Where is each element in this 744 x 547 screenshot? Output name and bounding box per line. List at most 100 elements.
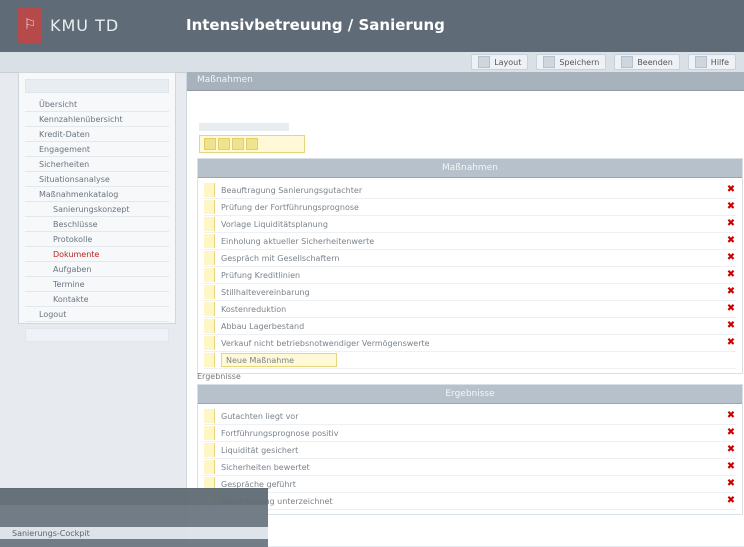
list-row[interactable]: Gespräche geführt ✖ xyxy=(204,476,736,493)
delete-icon[interactable]: ✖ xyxy=(726,428,736,438)
sidebar-item[interactable]: Sanierungskonzept xyxy=(25,202,169,217)
drag-handle-icon[interactable] xyxy=(204,426,215,440)
row-label: Verkauf nicht betriebsnotwendiger Vermög… xyxy=(221,338,430,348)
list-row[interactable]: Liquidität gesichert ✖ xyxy=(204,442,736,459)
filter-chip-icon xyxy=(204,138,216,150)
toolbar-label: Beenden xyxy=(637,57,673,67)
list-row[interactable]: Sicherheiten bewertet ✖ xyxy=(204,459,736,476)
drag-handle-icon[interactable] xyxy=(204,183,215,197)
delete-icon[interactable]: ✖ xyxy=(726,338,736,348)
row-label: Sicherheiten bewertet xyxy=(221,462,310,472)
row-label: Einholung aktueller Sicherheitenwerte xyxy=(221,236,375,246)
drag-handle-icon[interactable] xyxy=(204,234,215,248)
delete-icon[interactable]: ✖ xyxy=(726,185,736,195)
list-row[interactable]: Kostenreduktion ✖ xyxy=(204,301,736,318)
row-label: Gutachten liegt vor xyxy=(221,411,299,421)
drag-handle-icon[interactable] xyxy=(204,443,215,457)
help-icon xyxy=(694,56,707,68)
drag-handle-icon[interactable] xyxy=(204,217,215,231)
sidebar-item[interactable]: Kontakte xyxy=(25,292,169,307)
sidebar-item[interactable]: Maßnahmenkatalog xyxy=(25,187,169,202)
measures-list: Beauftragung Sanierungsgutachter ✖ Prüfung… xyxy=(198,178,742,373)
delete-icon[interactable]: ✖ xyxy=(726,253,736,263)
list-row[interactable]: Fortführungsprognose positiv ✖ xyxy=(204,425,736,442)
sidebar-item-label: Kontakte xyxy=(53,294,89,304)
sidebar-item[interactable]: Übersicht xyxy=(25,97,169,112)
list-row[interactable]: Vorlage Liquiditätsplanung ✖ xyxy=(204,216,736,233)
sidebar-footer xyxy=(25,328,169,342)
row-label: Stillhaltevereinbarung xyxy=(221,287,310,297)
sidebar-item[interactable]: Logout xyxy=(25,307,169,322)
add-item-input[interactable]: Neue Maßnahme xyxy=(221,353,337,367)
toolbar-label: Speichern xyxy=(559,57,600,67)
list-row[interactable]: Prüfung Kreditlinien ✖ xyxy=(204,267,736,284)
list-row[interactable]: Verkauf nicht betriebsnotwendiger Vermög… xyxy=(204,335,736,352)
sidebar-item-label: Kredit-Daten xyxy=(39,129,90,139)
list-row[interactable]: Beauftragung Sanierungsgutachter ✖ xyxy=(204,182,736,199)
row-label: Prüfung der Fortführungsprognose xyxy=(221,202,359,212)
delete-icon[interactable]: ✖ xyxy=(726,304,736,314)
sidebar-item-label: Engagement xyxy=(39,144,91,154)
delete-icon[interactable]: ✖ xyxy=(726,219,736,229)
delete-icon[interactable]: ✖ xyxy=(726,445,736,455)
drag-handle-icon[interactable] xyxy=(204,319,215,333)
row-label: Beauftragung Sanierungsgutachter xyxy=(221,185,363,195)
sidebar-item[interactable]: Aufgaben xyxy=(25,262,169,277)
list-row[interactable]: Einholung aktueller Sicherheitenwerte ✖ xyxy=(204,233,736,250)
sidebar-item[interactable]: Kredit-Daten xyxy=(25,127,169,142)
drag-handle-icon[interactable] xyxy=(204,302,215,316)
list-row[interactable]: Gutachten liegt vor ✖ xyxy=(204,408,736,425)
sidebar-title-bar xyxy=(25,79,169,93)
delete-icon[interactable]: ✖ xyxy=(726,462,736,472)
filter-chip-icon xyxy=(232,138,244,150)
sidebar-item-label: Kennzahlenübersicht xyxy=(39,114,123,124)
list-row[interactable]: Vereinbarung unterzeichnet ✖ xyxy=(204,493,736,510)
delete-icon[interactable]: ✖ xyxy=(726,287,736,297)
delete-icon[interactable]: ✖ xyxy=(726,479,736,489)
delete-icon[interactable]: ✖ xyxy=(726,236,736,246)
sidebar-item[interactable]: Beschlüsse xyxy=(25,217,169,232)
delete-icon[interactable]: ✖ xyxy=(726,411,736,421)
drag-handle-icon[interactable] xyxy=(204,409,215,423)
filter-label xyxy=(199,123,289,131)
filter-input[interactable] xyxy=(199,135,305,153)
add-row: Neue Maßnahme xyxy=(204,352,736,369)
layout-icon xyxy=(478,56,491,68)
delete-icon[interactable]: ✖ xyxy=(726,496,736,506)
sidebar-item[interactable]: Dokumente xyxy=(25,247,169,262)
overlay-strip: Sanierungs-Cockpit xyxy=(0,527,268,539)
list-row[interactable]: Prüfung der Fortführungsprognose ✖ xyxy=(204,199,736,216)
toolbar-save-button[interactable]: Speichern xyxy=(536,54,607,70)
drag-handle-icon[interactable] xyxy=(204,251,215,265)
sidebar-item[interactable]: Sicherheiten xyxy=(25,157,169,172)
list-row[interactable]: Abbau Lagerbestand ✖ xyxy=(204,318,736,335)
toolbar-help-button[interactable]: Hilfe xyxy=(687,54,736,70)
sidebar-item[interactable]: Engagement xyxy=(25,142,169,157)
sidebar-item-label: Aufgaben xyxy=(53,264,92,274)
list-row[interactable]: Gespräch mit Gesellschaftern ✖ xyxy=(204,250,736,267)
logo: ⚐ KMU TD xyxy=(18,6,119,44)
row-label: Vereinbarung unterzeichnet xyxy=(221,496,333,506)
sidebar-item[interactable]: Situationsanalyse xyxy=(25,172,169,187)
delete-icon[interactable]: ✖ xyxy=(726,321,736,331)
drag-handle-icon[interactable] xyxy=(204,460,215,474)
toolbar-exit-button[interactable]: Beenden xyxy=(614,54,680,70)
sub-toolbar: Layout Speichern Beenden Hilfe xyxy=(0,52,744,73)
delete-icon[interactable]: ✖ xyxy=(726,202,736,212)
drag-handle-icon[interactable] xyxy=(204,336,215,350)
drag-handle-icon[interactable] xyxy=(204,268,215,282)
sidebar-item[interactable]: Termine xyxy=(25,277,169,292)
section-header: Ergebnisse xyxy=(198,385,742,404)
sidebar-item[interactable]: Kennzahlenübersicht xyxy=(25,112,169,127)
list-row[interactable]: Stillhaltevereinbarung ✖ xyxy=(204,284,736,301)
drag-handle-icon[interactable] xyxy=(204,200,215,214)
row-label: Abbau Lagerbestand xyxy=(221,321,305,331)
toolbar-layout-button[interactable]: Layout xyxy=(471,54,529,70)
delete-icon[interactable]: ✖ xyxy=(726,270,736,280)
sidebar-item-label: Beschlüsse xyxy=(53,219,98,229)
app-header: ⚐ KMU TD Intensivbetreuung / Sanierung xyxy=(0,0,744,53)
drag-handle-icon[interactable] xyxy=(204,285,215,299)
sidebar-item[interactable]: Protokolle xyxy=(25,232,169,247)
sidebar-item-label: Logout xyxy=(39,309,67,319)
sidebar-item-label: Dokumente xyxy=(53,249,100,259)
